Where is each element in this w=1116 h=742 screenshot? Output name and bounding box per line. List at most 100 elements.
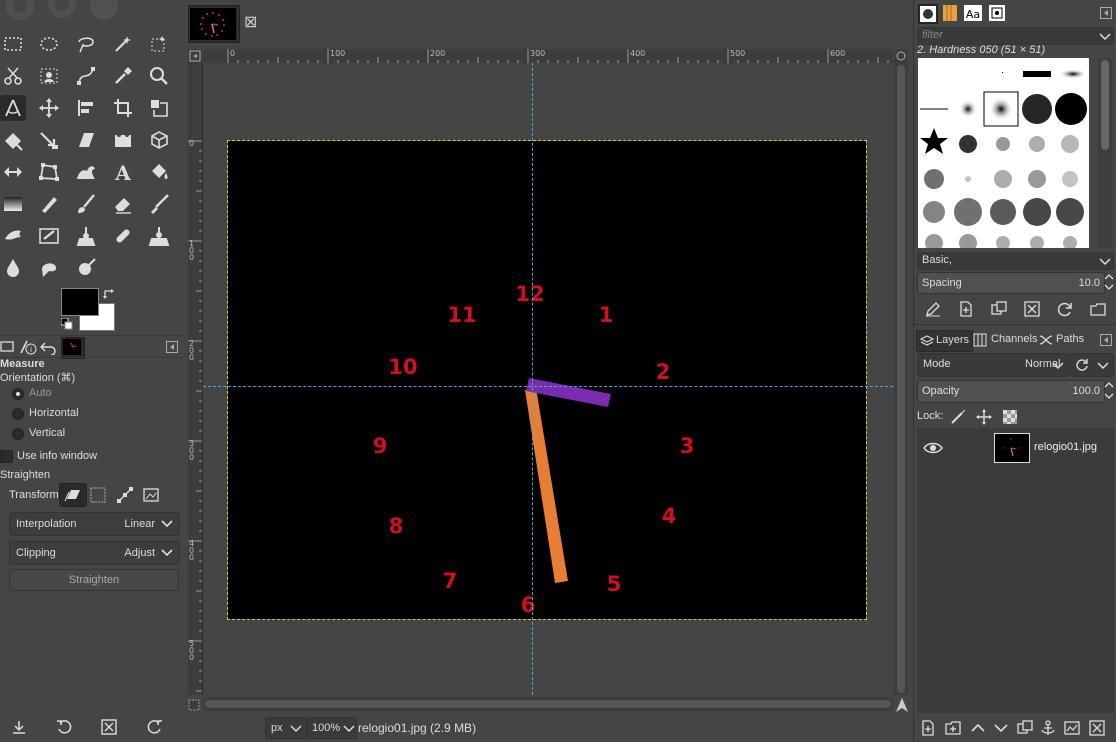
- transform-selection-button[interactable]: [89, 486, 107, 504]
- interpolation-combo[interactable]: Interpolation Linear: [9, 512, 180, 536]
- images-tab-icon[interactable]: [61, 337, 85, 359]
- open-brush-as-image-icon[interactable]: [1089, 300, 1107, 318]
- delete-tool-preset-icon[interactable]: [101, 719, 117, 735]
- tool-options-tab-icon[interactable]: [0, 339, 16, 355]
- layers-tab[interactable]: Layers: [916, 330, 973, 352]
- zoom-tool-icon[interactable]: [146, 63, 172, 89]
- close-image-tab-icon[interactable]: ⊠: [244, 15, 258, 31]
- horizontal-scrollbar[interactable]: [203, 697, 893, 711]
- layer-name[interactable]: relogio01.jpg: [1034, 441, 1097, 453]
- brush-filter-input[interactable]: filter: [917, 27, 1114, 45]
- foreground-color-swatch-front[interactable]: [61, 288, 99, 316]
- perspective-tool-icon[interactable]: [36, 159, 62, 185]
- fonts-tab-icon[interactable]: Aa: [964, 4, 982, 22]
- patterns-tab-icon[interactable]: [941, 4, 959, 22]
- layer-mask-icon[interactable]: [1063, 719, 1081, 737]
- composite-mode-combo[interactable]: [1070, 353, 1114, 377]
- panel-menu-icon[interactable]: [166, 341, 178, 353]
- foreground-select-tool-icon[interactable]: [36, 63, 62, 89]
- horizontal-scroll-thumb[interactable]: [205, 700, 891, 708]
- crop-tool-icon[interactable]: [110, 95, 136, 121]
- duplicate-brush-icon[interactable]: [990, 300, 1008, 318]
- opacity-spinner[interactable]: [1104, 380, 1114, 401]
- brush-preset-combo[interactable]: Basic,: [917, 252, 1114, 270]
- orientation-horizontal-radio[interactable]: [12, 408, 24, 420]
- channels-tab[interactable]: Channels: [972, 330, 1037, 350]
- save-tool-preset-icon[interactable]: [11, 719, 27, 735]
- refresh-brushes-icon[interactable]: [1056, 300, 1074, 318]
- bucket-fill-tool-icon[interactable]: [146, 159, 172, 185]
- smudge-warp-tool-icon[interactable]: [73, 159, 99, 185]
- paintbrush-tool-icon[interactable]: [73, 191, 99, 217]
- new-layer-group-icon[interactable]: [919, 719, 937, 737]
- dock-menu-icon[interactable]: [1100, 7, 1112, 19]
- cage-transform-tool-icon[interactable]: [110, 127, 136, 153]
- transform-image-button[interactable]: [142, 486, 160, 504]
- clone-tool-icon[interactable]: [73, 223, 99, 249]
- orientation-vertical-radio[interactable]: [12, 428, 24, 440]
- vertical-scroll-thumb[interactable]: [897, 65, 905, 693]
- lower-layer-icon[interactable]: [992, 719, 1010, 737]
- opacity-slider[interactable]: Opacity 100.0: [917, 380, 1105, 403]
- heal-tool-icon[interactable]: [110, 223, 136, 249]
- paths-tab[interactable]: Paths: [1038, 330, 1093, 350]
- rotate-tool-icon[interactable]: [36, 127, 62, 153]
- move-tool-icon[interactable]: [36, 95, 62, 121]
- smudge-tool-icon[interactable]: [36, 255, 62, 281]
- airbrush-tool-icon[interactable]: [146, 191, 172, 217]
- zoom-follow-icon[interactable]: [894, 49, 908, 63]
- paths-tool-icon[interactable]: [73, 63, 99, 89]
- layer-row[interactable]: relogio01.jpg: [917, 431, 1114, 465]
- anchor-layer-icon[interactable]: [1039, 719, 1057, 737]
- transform-path-button[interactable]: [116, 486, 134, 504]
- measure-tool-icon[interactable]: [0, 95, 26, 121]
- gradient-tool-icon[interactable]: [0, 191, 26, 217]
- transform-layer-button[interactable]: [59, 483, 87, 507]
- lock-position-icon[interactable]: [975, 408, 993, 426]
- zoom-selector[interactable]: 100%: [307, 717, 357, 739]
- layers-dock-menu-icon[interactable]: [1100, 334, 1112, 346]
- raise-layer-icon[interactable]: [969, 719, 987, 737]
- layers-list[interactable]: relogio01.jpg: [917, 428, 1114, 713]
- delete-layer-icon[interactable]: [1088, 719, 1106, 737]
- text-tool-icon[interactable]: A: [110, 159, 136, 185]
- mypaint-brush-tool-icon[interactable]: [36, 223, 62, 249]
- reset-tool-options-icon[interactable]: [147, 719, 163, 735]
- brush-grid-scrollbar[interactable]: [1098, 58, 1112, 248]
- straighten-button[interactable]: Straighten: [9, 569, 179, 591]
- blur-sharpen-tool-icon[interactable]: [0, 255, 26, 281]
- rect-select-tool-icon[interactable]: [0, 31, 26, 57]
- new-layer-icon[interactable]: [944, 719, 962, 737]
- brushes-tab-icon[interactable]: [918, 4, 938, 24]
- pencil-tool-icon[interactable]: [36, 191, 62, 217]
- device-status-tab-icon[interactable]: i: [19, 339, 37, 355]
- canvas-viewport[interactable]: 12 1 2 3 4 5 6 7 8 9 10 11: [203, 63, 893, 695]
- restore-tool-preset-icon[interactable]: [56, 719, 72, 735]
- warp-transform-tool-icon[interactable]: [0, 127, 26, 153]
- lasso-tool-icon[interactable]: [73, 31, 99, 57]
- eye-icon[interactable]: [923, 441, 943, 455]
- undo-history-tab-icon[interactable]: [40, 339, 56, 356]
- vertical-ruler[interactable]: 0 1 0 0 2 0 0 3 0 0 4 0 0 5 0 0: [188, 63, 203, 695]
- dodge-burn-tool-icon[interactable]: [73, 255, 99, 281]
- scissors-tool-icon[interactable]: [0, 63, 26, 89]
- lock-pixels-icon[interactable]: [949, 408, 967, 426]
- document-history-tab-icon[interactable]: [988, 4, 1006, 22]
- lock-alpha-icon[interactable]: [1001, 408, 1019, 426]
- clipping-combo[interactable]: Clipping Adjust: [9, 541, 180, 565]
- default-colors-icon[interactable]: [60, 317, 73, 330]
- 3d-transform-tool-icon[interactable]: [146, 127, 172, 153]
- ink-tool-icon[interactable]: [0, 223, 26, 249]
- brush-grid[interactable]: [918, 58, 1089, 248]
- quick-mask-corner-icon[interactable]: [188, 49, 202, 63]
- swap-colors-icon[interactable]: [103, 288, 115, 300]
- horizontal-ruler[interactable]: 0 100 200 300 400 500 600: [203, 49, 893, 64]
- select-by-color-tool-icon[interactable]: [146, 31, 172, 57]
- image-tab-thumbnail[interactable]: [188, 5, 240, 43]
- duplicate-layer-icon[interactable]: [1016, 719, 1034, 737]
- orientation-auto-radio[interactable]: [12, 388, 24, 400]
- new-brush-icon[interactable]: [957, 300, 975, 318]
- fuzzy-select-tool-icon[interactable]: [110, 31, 136, 57]
- quick-mask-toggle-icon[interactable]: [188, 699, 200, 711]
- ellipse-select-tool-icon[interactable]: [36, 31, 62, 57]
